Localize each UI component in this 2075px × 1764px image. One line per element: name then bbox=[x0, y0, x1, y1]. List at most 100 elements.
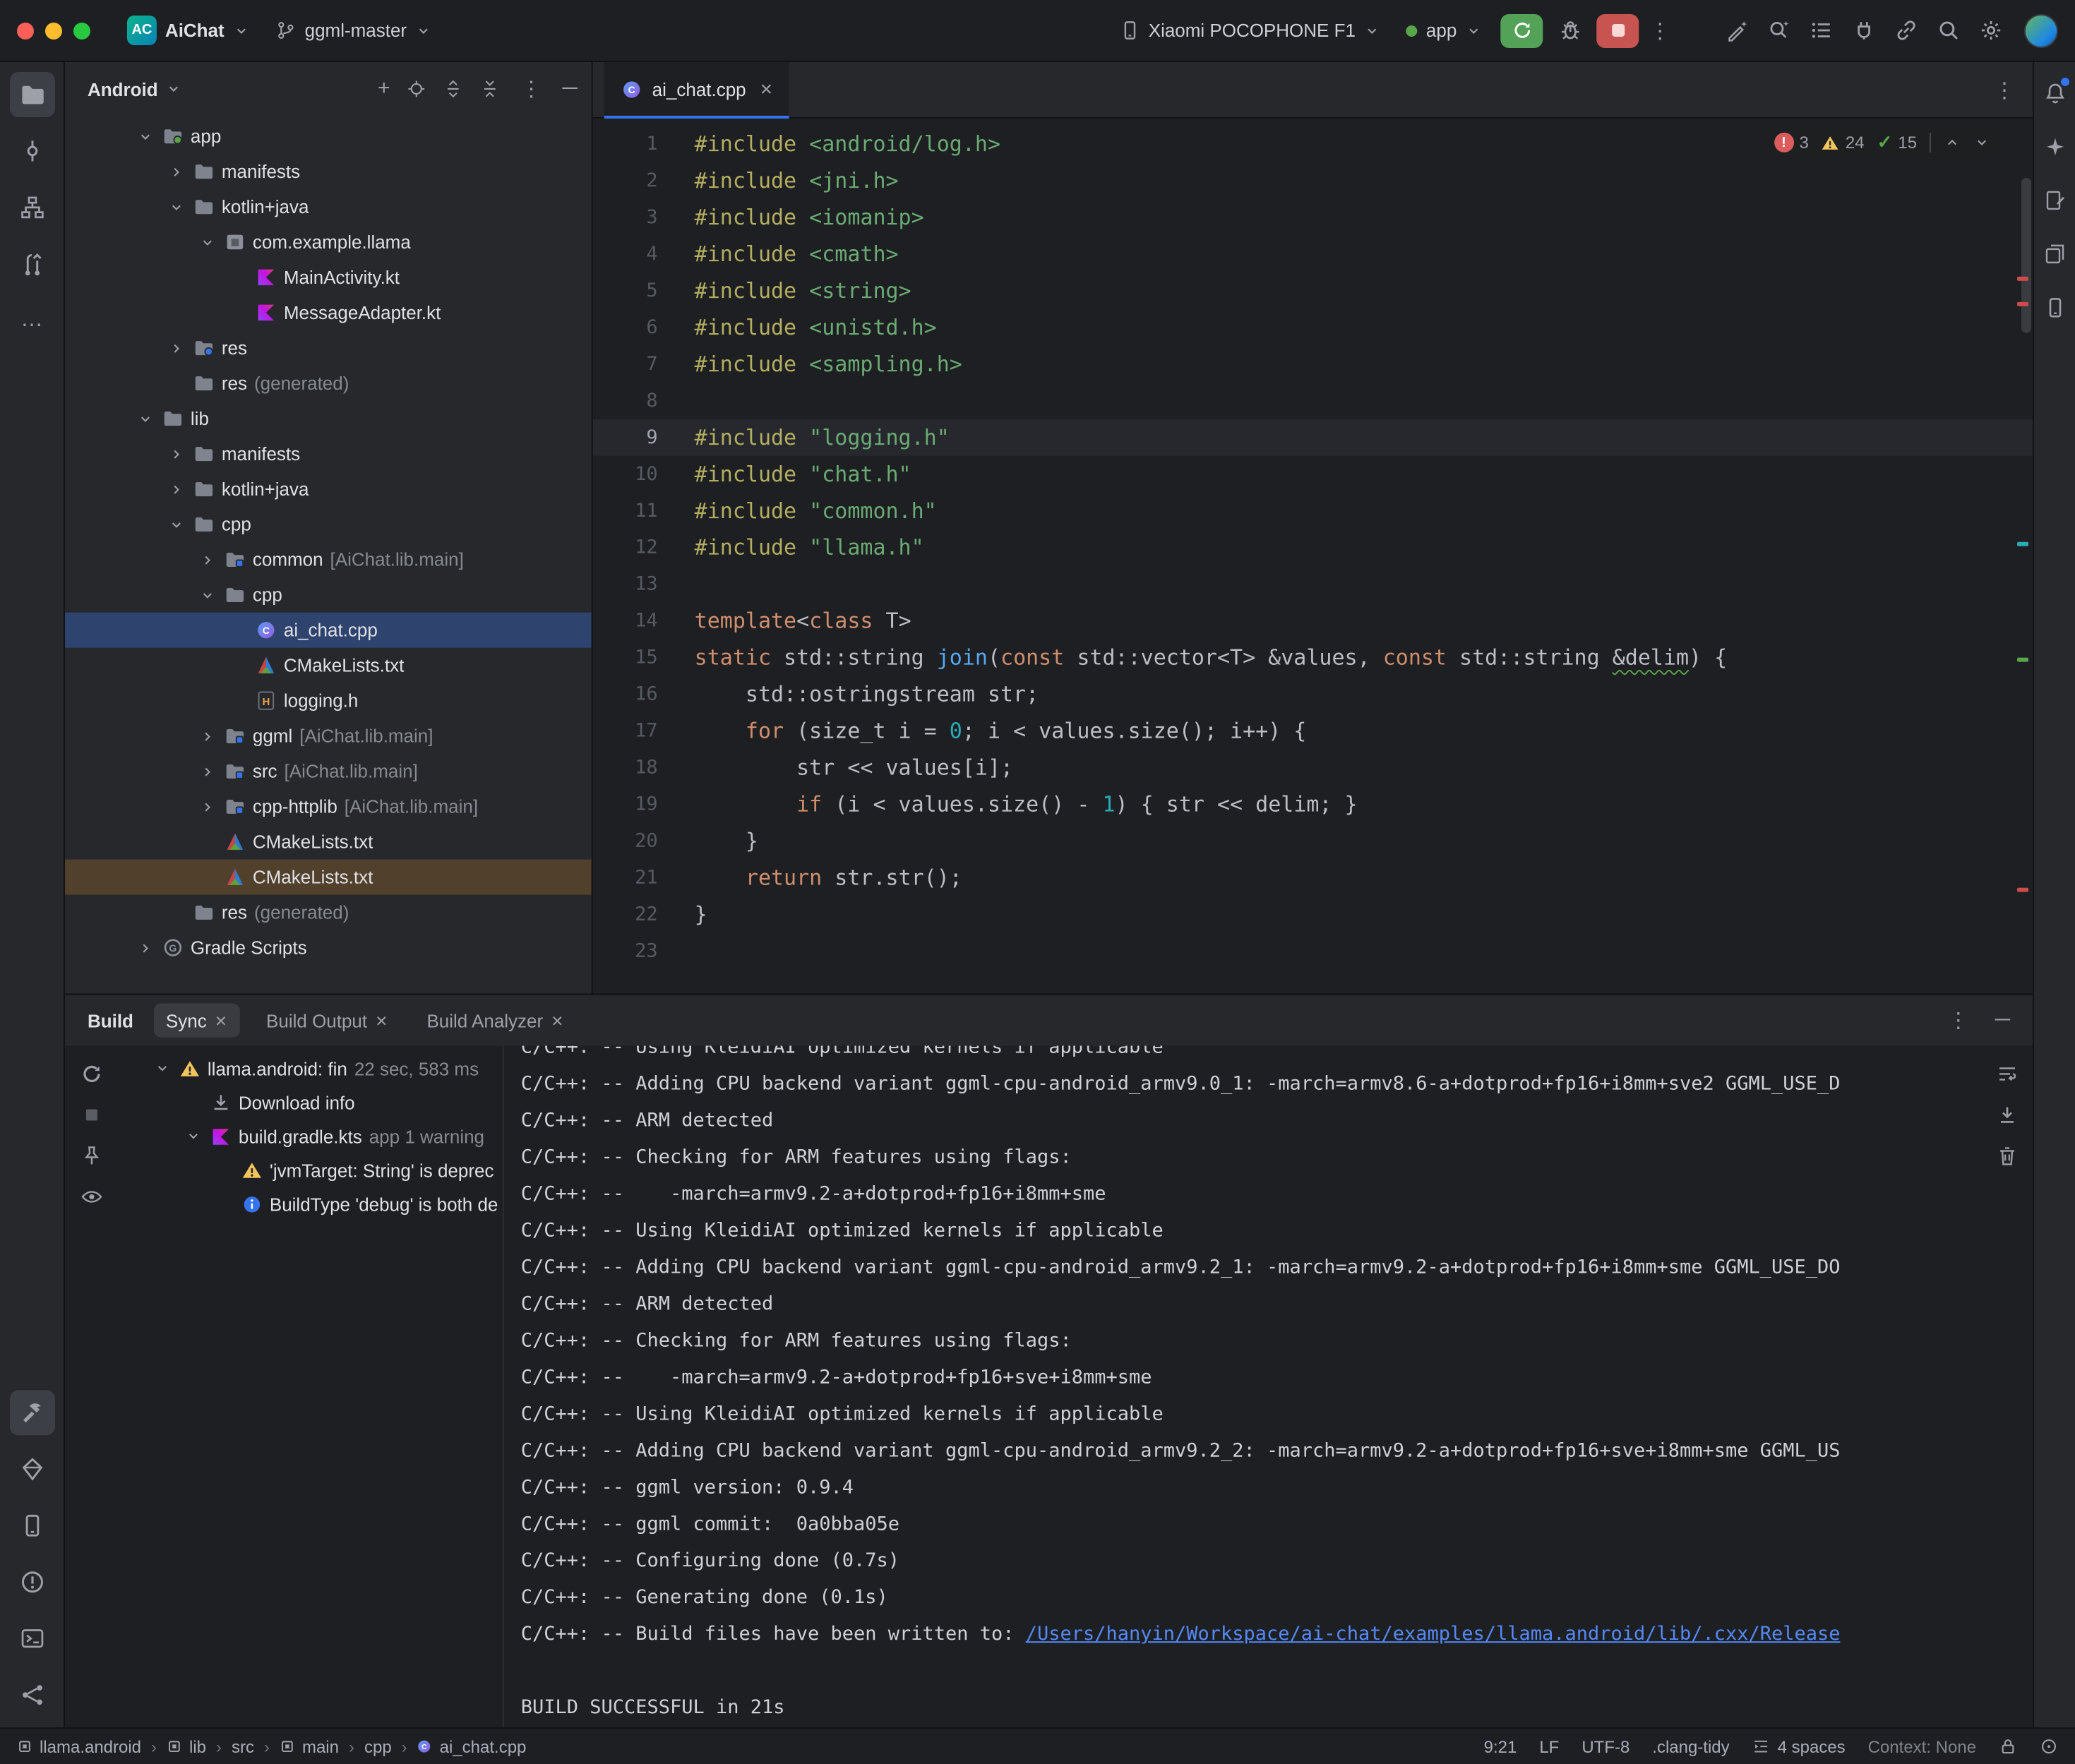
device-manager-tool-button[interactable] bbox=[9, 1446, 54, 1492]
expand-all-icon[interactable] bbox=[444, 79, 464, 99]
breadcrumb-item[interactable]: Cai_chat.cpp bbox=[417, 1736, 527, 1756]
more-run-actions-button[interactable]: ⋮ bbox=[1646, 18, 1674, 43]
commit-tool-button[interactable] bbox=[9, 128, 54, 174]
chevron-right-icon[interactable] bbox=[198, 728, 217, 745]
chevron-down-icon[interactable] bbox=[198, 234, 217, 251]
code-line[interactable]: 11#include "common.h" bbox=[593, 493, 2033, 529]
profile-avatar[interactable] bbox=[2024, 13, 2058, 47]
search-everywhere-button[interactable] bbox=[1928, 12, 1968, 49]
chevron-right-icon[interactable] bbox=[167, 340, 186, 356]
structure-tool-button[interactable] bbox=[9, 185, 54, 230]
chevron-down-icon[interactable] bbox=[136, 410, 155, 427]
running-devices-button[interactable] bbox=[2036, 287, 2073, 329]
pin-tab-button[interactable] bbox=[80, 1144, 103, 1167]
version-control-tool-button[interactable] bbox=[9, 1672, 54, 1717]
build-tree-item[interactable]: build.gradle.ktsapp 1 warning bbox=[119, 1119, 503, 1153]
project-tree-item[interactable]: manifests bbox=[65, 436, 592, 472]
chevron-right-icon[interactable] bbox=[198, 798, 217, 815]
copy-link-button[interactable] bbox=[1886, 12, 1925, 49]
chevron-down-icon[interactable] bbox=[165, 80, 182, 97]
chevron-right-icon[interactable] bbox=[136, 940, 155, 956]
collapse-all-icon[interactable] bbox=[480, 79, 500, 99]
chevron-right-icon[interactable] bbox=[167, 163, 186, 180]
line-number[interactable]: 13 bbox=[593, 566, 695, 603]
breadcrumb-item[interactable]: main bbox=[280, 1736, 339, 1756]
project-tree-item[interactable]: GGradle Scripts bbox=[65, 930, 592, 966]
add-button[interactable]: + bbox=[378, 79, 390, 99]
project-tree-item[interactable]: ggml[AiChat.lib.main] bbox=[65, 719, 592, 754]
run-button[interactable] bbox=[1500, 13, 1543, 47]
chevron-right-icon[interactable] bbox=[167, 481, 186, 498]
breadcrumb-item[interactable]: src bbox=[232, 1736, 254, 1756]
ai-search-button[interactable] bbox=[1759, 12, 1798, 49]
code-line[interactable]: 22} bbox=[593, 896, 2033, 933]
project-tree-item[interactable]: manifests bbox=[65, 154, 592, 189]
encoding-widget[interactable]: UTF-8 bbox=[1581, 1736, 1629, 1756]
zoom-window-button[interactable] bbox=[73, 22, 90, 39]
project-tree-item[interactable]: kotlin+java bbox=[65, 472, 592, 507]
code-line[interactable]: 10#include "chat.h" bbox=[593, 456, 2033, 493]
line-separator-widget[interactable]: LF bbox=[1539, 1736, 1559, 1756]
gradle-tool-button[interactable] bbox=[2036, 179, 2073, 222]
code-line[interactable]: 20 } bbox=[593, 823, 2033, 860]
project-tree-item[interactable]: MessageAdapter.kt bbox=[65, 295, 592, 330]
close-window-button[interactable] bbox=[17, 22, 34, 39]
chevron-down-icon[interactable] bbox=[153, 1060, 172, 1076]
code-line[interactable]: 5#include <string> bbox=[593, 272, 2033, 309]
chevron-right-icon[interactable] bbox=[167, 445, 186, 462]
next-problem-button[interactable] bbox=[1973, 134, 1990, 151]
minimize-window-button[interactable] bbox=[45, 22, 62, 39]
project-tree-item[interactable]: res(generated) bbox=[65, 366, 592, 401]
code-line[interactable]: 13 bbox=[593, 566, 2033, 603]
code-line[interactable]: 4#include <cmath> bbox=[593, 236, 2033, 272]
project-tree-item[interactable]: cpp bbox=[65, 577, 592, 613]
project-tree-item[interactable]: lib bbox=[65, 401, 592, 436]
chevron-right-icon[interactable] bbox=[198, 551, 217, 568]
debug-button[interactable] bbox=[1550, 12, 1589, 49]
breadcrumb-item[interactable]: lib bbox=[167, 1736, 206, 1756]
line-number[interactable]: 8 bbox=[593, 383, 695, 419]
line-number[interactable]: 21 bbox=[593, 860, 695, 896]
context-widget[interactable]: Context: None bbox=[1868, 1736, 1976, 1756]
code-line[interactable]: 15static std::string join(const std::vec… bbox=[593, 640, 2033, 676]
line-number[interactable]: 6 bbox=[593, 309, 695, 346]
project-tool-button[interactable] bbox=[9, 72, 54, 117]
build-tree-item[interactable]: Download info bbox=[119, 1085, 503, 1119]
build-tab-sync[interactable]: Sync× bbox=[153, 1004, 239, 1038]
project-tree-item[interactable]: res(generated) bbox=[65, 895, 592, 930]
project-tree-item[interactable]: com.example.llama bbox=[65, 224, 592, 260]
project-tree-item[interactable]: app bbox=[65, 119, 592, 154]
project-tree-item[interactable]: common[AiChat.lib.main] bbox=[65, 542, 592, 577]
project-tree-item[interactable]: Cai_chat.cpp bbox=[65, 613, 592, 648]
vcs-branch-widget[interactable]: ggml-master bbox=[264, 14, 443, 47]
line-number[interactable]: 10 bbox=[593, 456, 695, 493]
run-configuration-selector[interactable]: app bbox=[1395, 14, 1493, 47]
tool-window-title[interactable]: Build bbox=[88, 1010, 133, 1031]
build-options-button[interactable]: ⋮ bbox=[1944, 1008, 1973, 1033]
chevron-down-icon[interactable] bbox=[136, 128, 155, 145]
close-tab-button[interactable]: × bbox=[551, 1009, 563, 1032]
line-number[interactable]: 20 bbox=[593, 823, 695, 860]
breadcrumb-item[interactable]: llama.android bbox=[17, 1736, 141, 1756]
clang-tidy-widget[interactable]: .clang-tidy bbox=[1652, 1736, 1729, 1756]
device-explorer-button[interactable] bbox=[2036, 233, 2073, 275]
line-number[interactable]: 3 bbox=[593, 199, 695, 236]
code-line[interactable]: 9#include "logging.h" bbox=[593, 419, 2033, 456]
inspections-widget[interactable]: !3 24 ✓15 bbox=[1766, 128, 1999, 157]
line-number[interactable]: 14 bbox=[593, 603, 695, 640]
code-line[interactable]: 2#include <jni.h> bbox=[593, 162, 2033, 199]
line-number[interactable]: 7 bbox=[593, 346, 695, 383]
editor-tab-ai-chat-cpp[interactable]: C ai_chat.cpp × bbox=[604, 61, 789, 118]
problems-tool-button[interactable] bbox=[9, 1559, 54, 1604]
build-console[interactable]: C/C++: -- Using KleidiAI optimized kerne… bbox=[503, 1045, 1982, 1727]
settings-button[interactable] bbox=[1971, 12, 2010, 49]
scroll-to-end-button[interactable] bbox=[1996, 1103, 2019, 1126]
previous-problem-button[interactable] bbox=[1944, 134, 1961, 151]
inspections-status-button[interactable] bbox=[2040, 1737, 2058, 1756]
project-view-selector[interactable]: Android bbox=[88, 78, 158, 100]
code-line[interactable]: 8 bbox=[593, 383, 2033, 419]
read-only-toggle[interactable] bbox=[1999, 1737, 2017, 1756]
project-tree-item[interactable]: cpp-httplib[AiChat.lib.main] bbox=[65, 789, 592, 824]
code-line[interactable]: 7#include <sampling.h> bbox=[593, 346, 2033, 383]
locate-file-icon[interactable] bbox=[407, 79, 427, 99]
